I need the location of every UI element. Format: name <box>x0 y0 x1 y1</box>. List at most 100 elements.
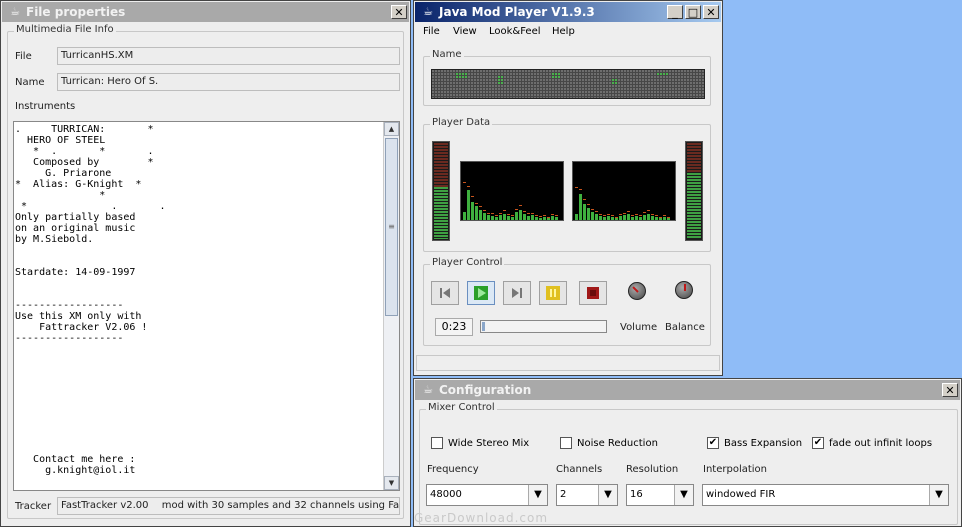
fade-out-infinit-loops-box[interactable]: ✔ <box>812 437 824 449</box>
configuration-titlebar[interactable]: ☕ Configuration ✕ <box>415 380 960 400</box>
spectrum-bar <box>591 212 594 220</box>
instruments-scrollbar[interactable]: ▲ ≡ ▼ <box>383 122 399 490</box>
spectrum-bar <box>659 218 662 220</box>
file-properties-titlebar[interactable]: ☕ File properties ✕ <box>2 2 409 22</box>
menu-help[interactable]: Help <box>552 26 575 37</box>
instruments-textarea[interactable]: . TURRICAN: * HERO OF STEEL * . * . Comp… <box>13 121 400 491</box>
menu-look-and-feel[interactable]: Look&Feel <box>489 26 541 37</box>
spectrum-bar <box>555 217 558 220</box>
bass-expansion-checkbox[interactable]: ✔ Bass Expansion <box>707 437 802 449</box>
volume-label: Volume <box>620 322 658 333</box>
interpolation-select[interactable]: windowed FIR ▼ <box>702 484 949 506</box>
spectrum-peak <box>523 211 526 212</box>
song-name-dots <box>432 70 704 98</box>
spectrum-bar <box>483 213 486 220</box>
spectrum-bar <box>491 216 494 220</box>
noise-reduction-checkbox[interactable]: Noise Reduction <box>560 437 658 449</box>
stop-button[interactable] <box>579 281 607 305</box>
maximize-button[interactable]: □ <box>685 5 701 19</box>
next-button[interactable] <box>503 281 531 305</box>
tracker-info: mod with 30 samples and 32 channels usin… <box>161 500 400 511</box>
previous-icon <box>440 288 450 298</box>
scroll-down-icon[interactable]: ▼ <box>384 476 399 490</box>
spectrum-bar <box>463 212 466 220</box>
spectrum-bar <box>519 210 522 220</box>
menu-view[interactable]: View <box>453 26 477 37</box>
right-spectrum <box>572 161 676 221</box>
spectrum-peak <box>579 189 582 190</box>
spectrum-bar <box>603 217 606 220</box>
spectrum-peak <box>507 214 510 215</box>
wide-stereo-mix-label: Wide Stereo Mix <box>448 437 530 449</box>
file-label: File <box>15 51 32 62</box>
spectrum-bar <box>487 215 490 220</box>
tracker-value: FastTracker v2.00 <box>61 500 149 511</box>
time-display: 0:23 <box>435 318 473 336</box>
previous-button[interactable] <box>431 281 459 305</box>
spectrum-bar <box>527 216 530 220</box>
spectrum-peak <box>595 211 598 212</box>
spectrum-peak <box>607 214 610 215</box>
play-button[interactable] <box>467 281 495 305</box>
mixer-control-group: Mixer Control <box>419 402 958 525</box>
name-field[interactable]: Turrican: Hero Of S. <box>57 73 400 91</box>
noise-reduction-label: Noise Reduction <box>577 437 658 449</box>
balance-label: Balance <box>665 322 705 333</box>
spectrum-peak <box>503 210 506 211</box>
spectrum-bar <box>471 202 474 220</box>
right-vu-peak <box>687 143 701 173</box>
spectrum-peak <box>535 215 538 216</box>
noise-reduction-box[interactable] <box>560 437 572 449</box>
scroll-up-icon[interactable]: ▲ <box>384 122 399 136</box>
mixer-control-title: Mixer Control <box>426 402 497 413</box>
player-window: ☕ Java Mod Player V1.9.3 _ □ ✕ File View… <box>413 0 723 376</box>
frequency-label: Frequency <box>427 464 479 475</box>
pause-button[interactable] <box>539 281 567 305</box>
menu-file[interactable]: File <box>423 26 440 37</box>
balance-knob[interactable] <box>675 281 693 299</box>
java-cup-icon: ☕ <box>423 383 433 396</box>
chevron-down-icon[interactable]: ▼ <box>528 485 547 505</box>
close-button[interactable]: ✕ <box>942 383 958 397</box>
volume-knob[interactable] <box>628 282 646 300</box>
spectrum-bar <box>647 214 650 220</box>
close-button[interactable]: ✕ <box>703 5 719 19</box>
scroll-thumb[interactable]: ≡ <box>385 138 398 316</box>
play-icon <box>474 286 488 300</box>
interpolation-value: windowed FIR <box>706 489 776 500</box>
fade-out-infinit-loops-checkbox[interactable]: ✔ fade out infinit loops <box>812 437 932 449</box>
chevron-down-icon[interactable]: ▼ <box>674 485 693 505</box>
spectrum-bar <box>539 218 542 220</box>
left-spectrum <box>460 161 564 221</box>
channels-select[interactable]: 2 ▼ <box>556 484 618 506</box>
java-cup-icon: ☕ <box>10 5 20 18</box>
spectrum-bar <box>587 208 590 220</box>
spectrum-bar <box>619 216 622 220</box>
spectrum-bar <box>635 216 638 220</box>
left-spectrum-bars <box>463 182 558 220</box>
frequency-select[interactable]: 48000 ▼ <box>426 484 548 506</box>
left-vu-meter <box>432 141 450 241</box>
wide-stereo-mix-box[interactable] <box>431 437 443 449</box>
file-field[interactable]: TurricanHS.XM <box>57 47 400 65</box>
pause-icon <box>546 286 560 300</box>
player-titlebar[interactable]: ☕ Java Mod Player V1.9.3 _ □ ✕ <box>415 2 721 22</box>
volume-knob-indicator <box>632 286 639 293</box>
spectrum-bar <box>607 216 610 220</box>
name-group: Name <box>423 49 711 106</box>
song-name-display <box>431 69 705 99</box>
fade-out-infinit-loops-label: fade out infinit loops <box>829 437 933 449</box>
tracker-field[interactable]: FastTracker v2.00 mod with 30 samples an… <box>57 497 400 515</box>
stop-icon <box>587 287 599 299</box>
bass-expansion-box[interactable]: ✔ <box>707 437 719 449</box>
close-button[interactable]: ✕ <box>391 5 407 19</box>
spectrum-bar <box>535 217 538 220</box>
minimize-button[interactable]: _ <box>667 5 683 19</box>
resolution-select[interactable]: 16 ▼ <box>626 484 694 506</box>
wide-stereo-mix-checkbox[interactable]: Wide Stereo Mix <box>431 437 529 449</box>
chevron-down-icon[interactable]: ▼ <box>598 485 617 505</box>
chevron-down-icon[interactable]: ▼ <box>929 485 948 505</box>
progress-bar[interactable] <box>480 320 607 333</box>
spectrum-bar <box>595 214 598 220</box>
name-group-title: Name <box>430 49 464 60</box>
